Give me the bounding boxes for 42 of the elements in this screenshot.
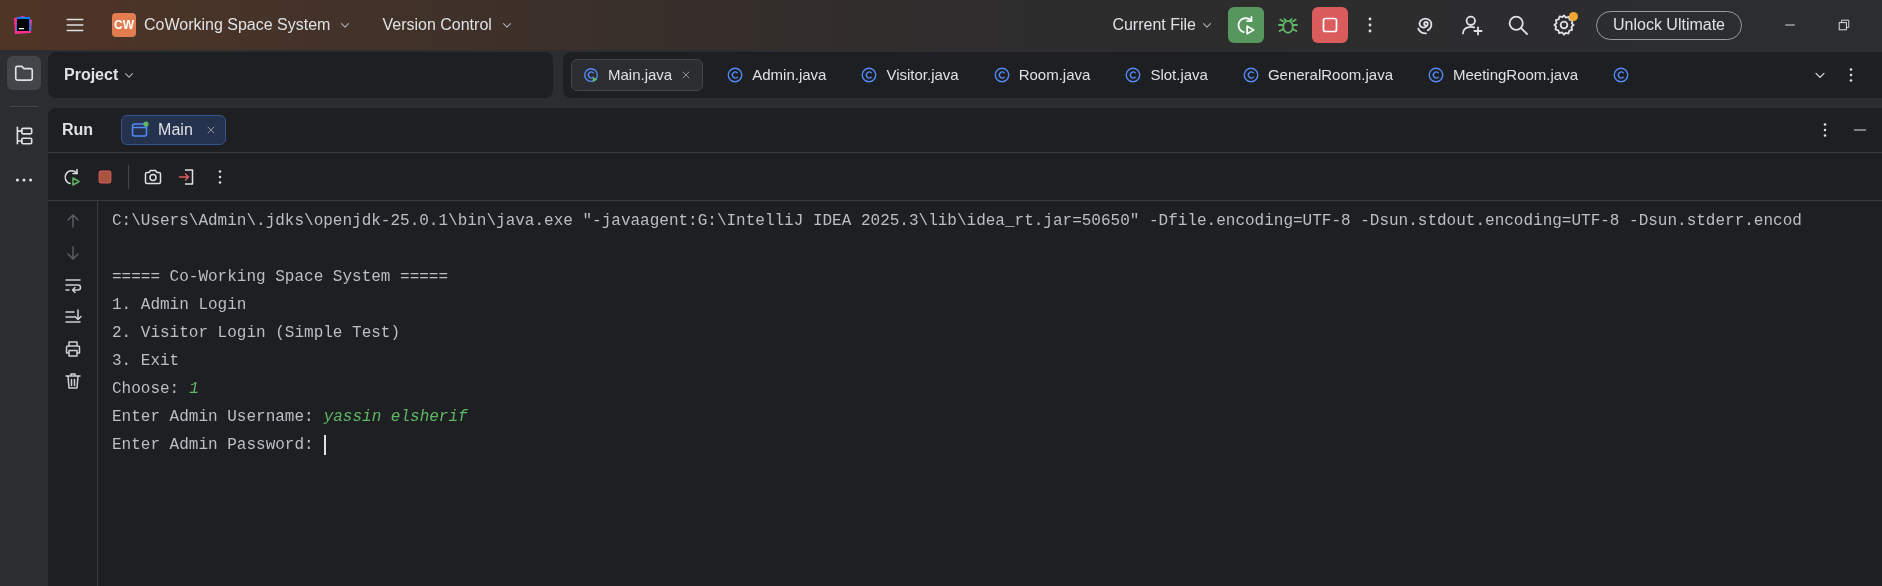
typed-text: yassin elsherif <box>323 407 468 428</box>
restore-icon[interactable] <box>1836 17 1852 33</box>
class-icon <box>726 66 745 84</box>
app-window-icon <box>130 120 151 140</box>
console-line: 2. Visitor Login (Simple Test) <box>112 323 401 344</box>
project-view-menu[interactable]: Project <box>64 63 137 87</box>
console-line: 1. Admin Login <box>112 295 247 316</box>
console-prompt: Enter Admin Username: <box>112 407 314 428</box>
run-tab[interactable]: Main <box>121 115 226 145</box>
settings-icon[interactable] <box>1551 13 1576 37</box>
trash-icon[interactable] <box>62 371 83 391</box>
class-icon <box>1124 66 1143 84</box>
rerun-icon[interactable] <box>62 166 82 187</box>
stop-button[interactable] <box>1311 7 1348 43</box>
class-icon <box>860 66 879 84</box>
editor-tab[interactable]: Slot.java <box>1113 59 1219 91</box>
console-line: ===== Co-Working Space System ===== <box>112 267 449 288</box>
project-switcher[interactable]: CW CoWorking Space System <box>112 13 353 37</box>
editor-tab[interactable]: Room.java <box>981 59 1102 91</box>
editor-tab[interactable]: MeetingRoom.java <box>1416 59 1590 91</box>
class-icon <box>1612 66 1631 84</box>
app-logo-icon[interactable] <box>12 14 34 36</box>
editor-tab[interactable]: Admin.java <box>715 59 838 91</box>
panel-title: Run <box>62 120 94 140</box>
class-icon <box>1427 66 1445 84</box>
typed-text: 1 <box>189 379 199 400</box>
add-user-icon[interactable] <box>1459 13 1484 37</box>
console-line: 3. Exit <box>112 351 180 372</box>
rerun-button[interactable] <box>1227 7 1264 43</box>
editor-tab[interactable]: GeneralRoom.java <box>1230 59 1404 91</box>
console-prompt: Enter Admin Password: <box>112 435 314 456</box>
editor-tab[interactable]: Visitor.java <box>849 59 970 91</box>
project-badge: CW <box>112 13 136 37</box>
class-icon <box>992 66 1011 84</box>
console-line: C:\Users\Admin\.jdks\openjdk-25.0.1\bin\java.exe "-javaagent:G:\IntelliJ IDEA 2025.3\lib\idea_rt.jar=50650" -Dfile.encoding=UTF-8 -Dsun.stdout.encoding=UTF-8 -Dsun.stderr.encod <box>112 211 1802 232</box>
version-control-menu[interactable]: Version Control <box>382 13 514 37</box>
run-configuration-menu[interactable]: Current File <box>1112 13 1214 37</box>
class-icon <box>1241 66 1260 84</box>
editor-tab[interactable]: Main.java <box>571 59 704 91</box>
class-run-icon <box>582 66 600 84</box>
project-tool-button[interactable] <box>7 56 41 90</box>
console-prompt: Choose: <box>112 379 180 400</box>
